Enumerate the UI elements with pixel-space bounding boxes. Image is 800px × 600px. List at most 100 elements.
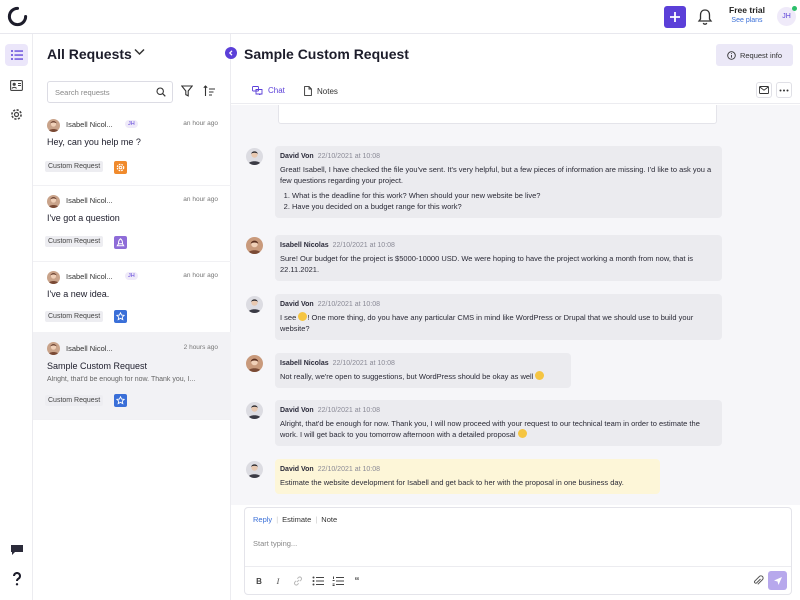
link-icon[interactable] xyxy=(292,575,304,587)
message-input[interactable]: Start typing... xyxy=(253,539,297,548)
message-author: David Von xyxy=(280,301,314,308)
message-bubble: Isabell Nicolas 22/10/2021 at 10:08 Sure!… xyxy=(275,235,722,281)
more-options-button[interactable] xyxy=(776,82,792,98)
request-item[interactable]: Isabell Nicol... JH an hour ago I've a n… xyxy=(33,262,231,338)
rail-contacts-button[interactable] xyxy=(5,74,28,96)
bell-icon[interactable] xyxy=(697,8,713,26)
email-button[interactable] xyxy=(756,82,772,98)
message-text-part: Not really, we're open to suggestions, b… xyxy=(280,372,536,381)
request-author: Isabell Nicol... xyxy=(66,344,113,353)
request-type-tag: Custom Request xyxy=(45,161,104,172)
gear-icon xyxy=(11,108,22,120)
david-avatar xyxy=(246,296,263,313)
message-header: David Von 22/10/2021 at 10:08 xyxy=(280,300,716,309)
request-item[interactable]: Isabell Nicol... an hour ago I've got a … xyxy=(33,186,231,262)
filter-icon[interactable] xyxy=(181,85,193,97)
tab-notes[interactable]: Notes xyxy=(304,86,338,96)
message-question-list: What is the deadline for this work? When… xyxy=(292,190,716,212)
list-title[interactable]: All Requests xyxy=(47,46,132,62)
message-list-item: What is the deadline for this work? When… xyxy=(292,190,716,201)
free-trial-link[interactable]: Free trial See plans xyxy=(723,4,771,30)
logo-icon[interactable] xyxy=(7,6,28,27)
quote-icon[interactable]: “ xyxy=(351,575,363,587)
message-author: David Von xyxy=(280,153,314,160)
message-text-part: ! One more thing, do you have any partic… xyxy=(280,313,694,333)
gear-icon xyxy=(114,161,127,174)
requests-list-panel: All Requests Isabell Nicol... JH an hour… xyxy=(33,34,231,600)
request-subject: I've a new idea. xyxy=(47,289,110,299)
smiley-emoji-icon xyxy=(298,312,308,321)
request-author: Isabell Nicol... xyxy=(66,272,113,281)
question-mark-icon xyxy=(12,572,21,586)
user-initials: JH xyxy=(782,13,791,20)
search-input[interactable] xyxy=(55,87,150,98)
tab-reply[interactable]: Reply xyxy=(253,515,272,524)
envelope-icon xyxy=(759,86,769,94)
assignee-badge: JH xyxy=(125,120,138,128)
send-button[interactable] xyxy=(768,571,787,590)
paperclip-icon[interactable] xyxy=(752,575,764,587)
request-type-tag: Custom Request xyxy=(45,236,104,247)
rail-chat-button[interactable] xyxy=(5,539,28,561)
message-author: Isabell Nicolas xyxy=(280,360,329,367)
request-time: an hour ago xyxy=(183,196,218,203)
sort-icon[interactable] xyxy=(203,85,215,97)
message-text: Not really, we're open to suggestions, b… xyxy=(280,371,565,382)
italic-icon[interactable]: I xyxy=(272,575,284,587)
top-bar: Free trial See plans JH xyxy=(0,0,800,34)
plus-icon xyxy=(670,12,680,22)
online-status-dot xyxy=(792,6,797,11)
numbered-list-icon[interactable] xyxy=(332,575,344,587)
request-subject: I've got a question xyxy=(47,213,120,223)
message-header: Isabell Nicolas 22/10/2021 at 10:08 xyxy=(280,359,565,368)
message-header: David Von 22/10/2021 at 10:08 xyxy=(280,152,716,161)
send-icon xyxy=(773,576,782,585)
requester-avatar xyxy=(47,342,60,355)
add-button[interactable] xyxy=(664,6,686,28)
message-text-part: I see xyxy=(280,313,299,322)
request-subject: Hey, can you help me ? xyxy=(47,137,141,147)
chat-bubble-icon xyxy=(10,545,23,555)
request-item-selected[interactable]: Isabell Nicol... 2 hours ago Sample Cust… xyxy=(33,332,231,420)
composer-tabs: Reply | Estimate | Note xyxy=(253,515,337,524)
tab-separator: | xyxy=(315,515,318,524)
chat-thread: David Von 22/10/2021 at 10:08 Great! Isab… xyxy=(231,105,800,505)
document-icon xyxy=(304,86,312,96)
collapse-list-button[interactable] xyxy=(225,47,237,59)
reply-composer: Reply | Estimate | Note Start typing... … xyxy=(244,507,792,595)
previous-message-box xyxy=(278,105,717,124)
detail-tabs: Chat Notes xyxy=(231,78,800,104)
rail-requests-button[interactable] xyxy=(5,44,28,66)
request-author: Isabell Nicol... xyxy=(66,120,113,129)
request-preview: Alright, that'd be enough for now. Thank… xyxy=(47,376,196,383)
search-icon[interactable] xyxy=(156,87,166,97)
tab-chat[interactable]: Chat xyxy=(252,86,285,95)
request-info-button[interactable]: Request info xyxy=(716,44,793,66)
request-time: an hour ago xyxy=(183,272,218,279)
requester-avatar xyxy=(47,271,60,284)
request-type-tag: Custom Request xyxy=(45,311,104,322)
bold-icon[interactable]: B xyxy=(253,575,265,587)
request-author: Isabell Nicol... xyxy=(66,196,113,205)
rail-settings-button[interactable] xyxy=(5,103,28,125)
bullet-list-icon[interactable] xyxy=(312,575,324,587)
free-trial-title: Free trial xyxy=(729,5,765,15)
rail-help-button[interactable] xyxy=(5,568,28,590)
message-text: I see ! One more thing, do you have any … xyxy=(280,312,716,334)
icon-rail xyxy=(0,34,33,600)
request-subject: Sample Custom Request xyxy=(47,361,148,371)
more-horizontal-icon xyxy=(779,89,789,91)
chevron-left-icon xyxy=(228,50,233,56)
tab-note[interactable]: Note xyxy=(321,515,337,524)
request-time: 2 hours ago xyxy=(183,344,218,351)
tab-estimate[interactable]: Estimate xyxy=(282,515,311,524)
isabell-avatar xyxy=(246,237,263,254)
chevron-down-icon[interactable] xyxy=(134,48,145,56)
star-icon xyxy=(114,394,127,407)
search-box[interactable] xyxy=(47,81,173,103)
see-plans-link[interactable]: See plans xyxy=(723,16,771,26)
david-avatar xyxy=(246,402,263,419)
message-time: 22/10/2021 at 10:08 xyxy=(317,466,380,473)
request-item[interactable]: Isabell Nicol... JH an hour ago Hey, can… xyxy=(33,110,231,186)
user-avatar[interactable]: JH xyxy=(777,6,797,26)
